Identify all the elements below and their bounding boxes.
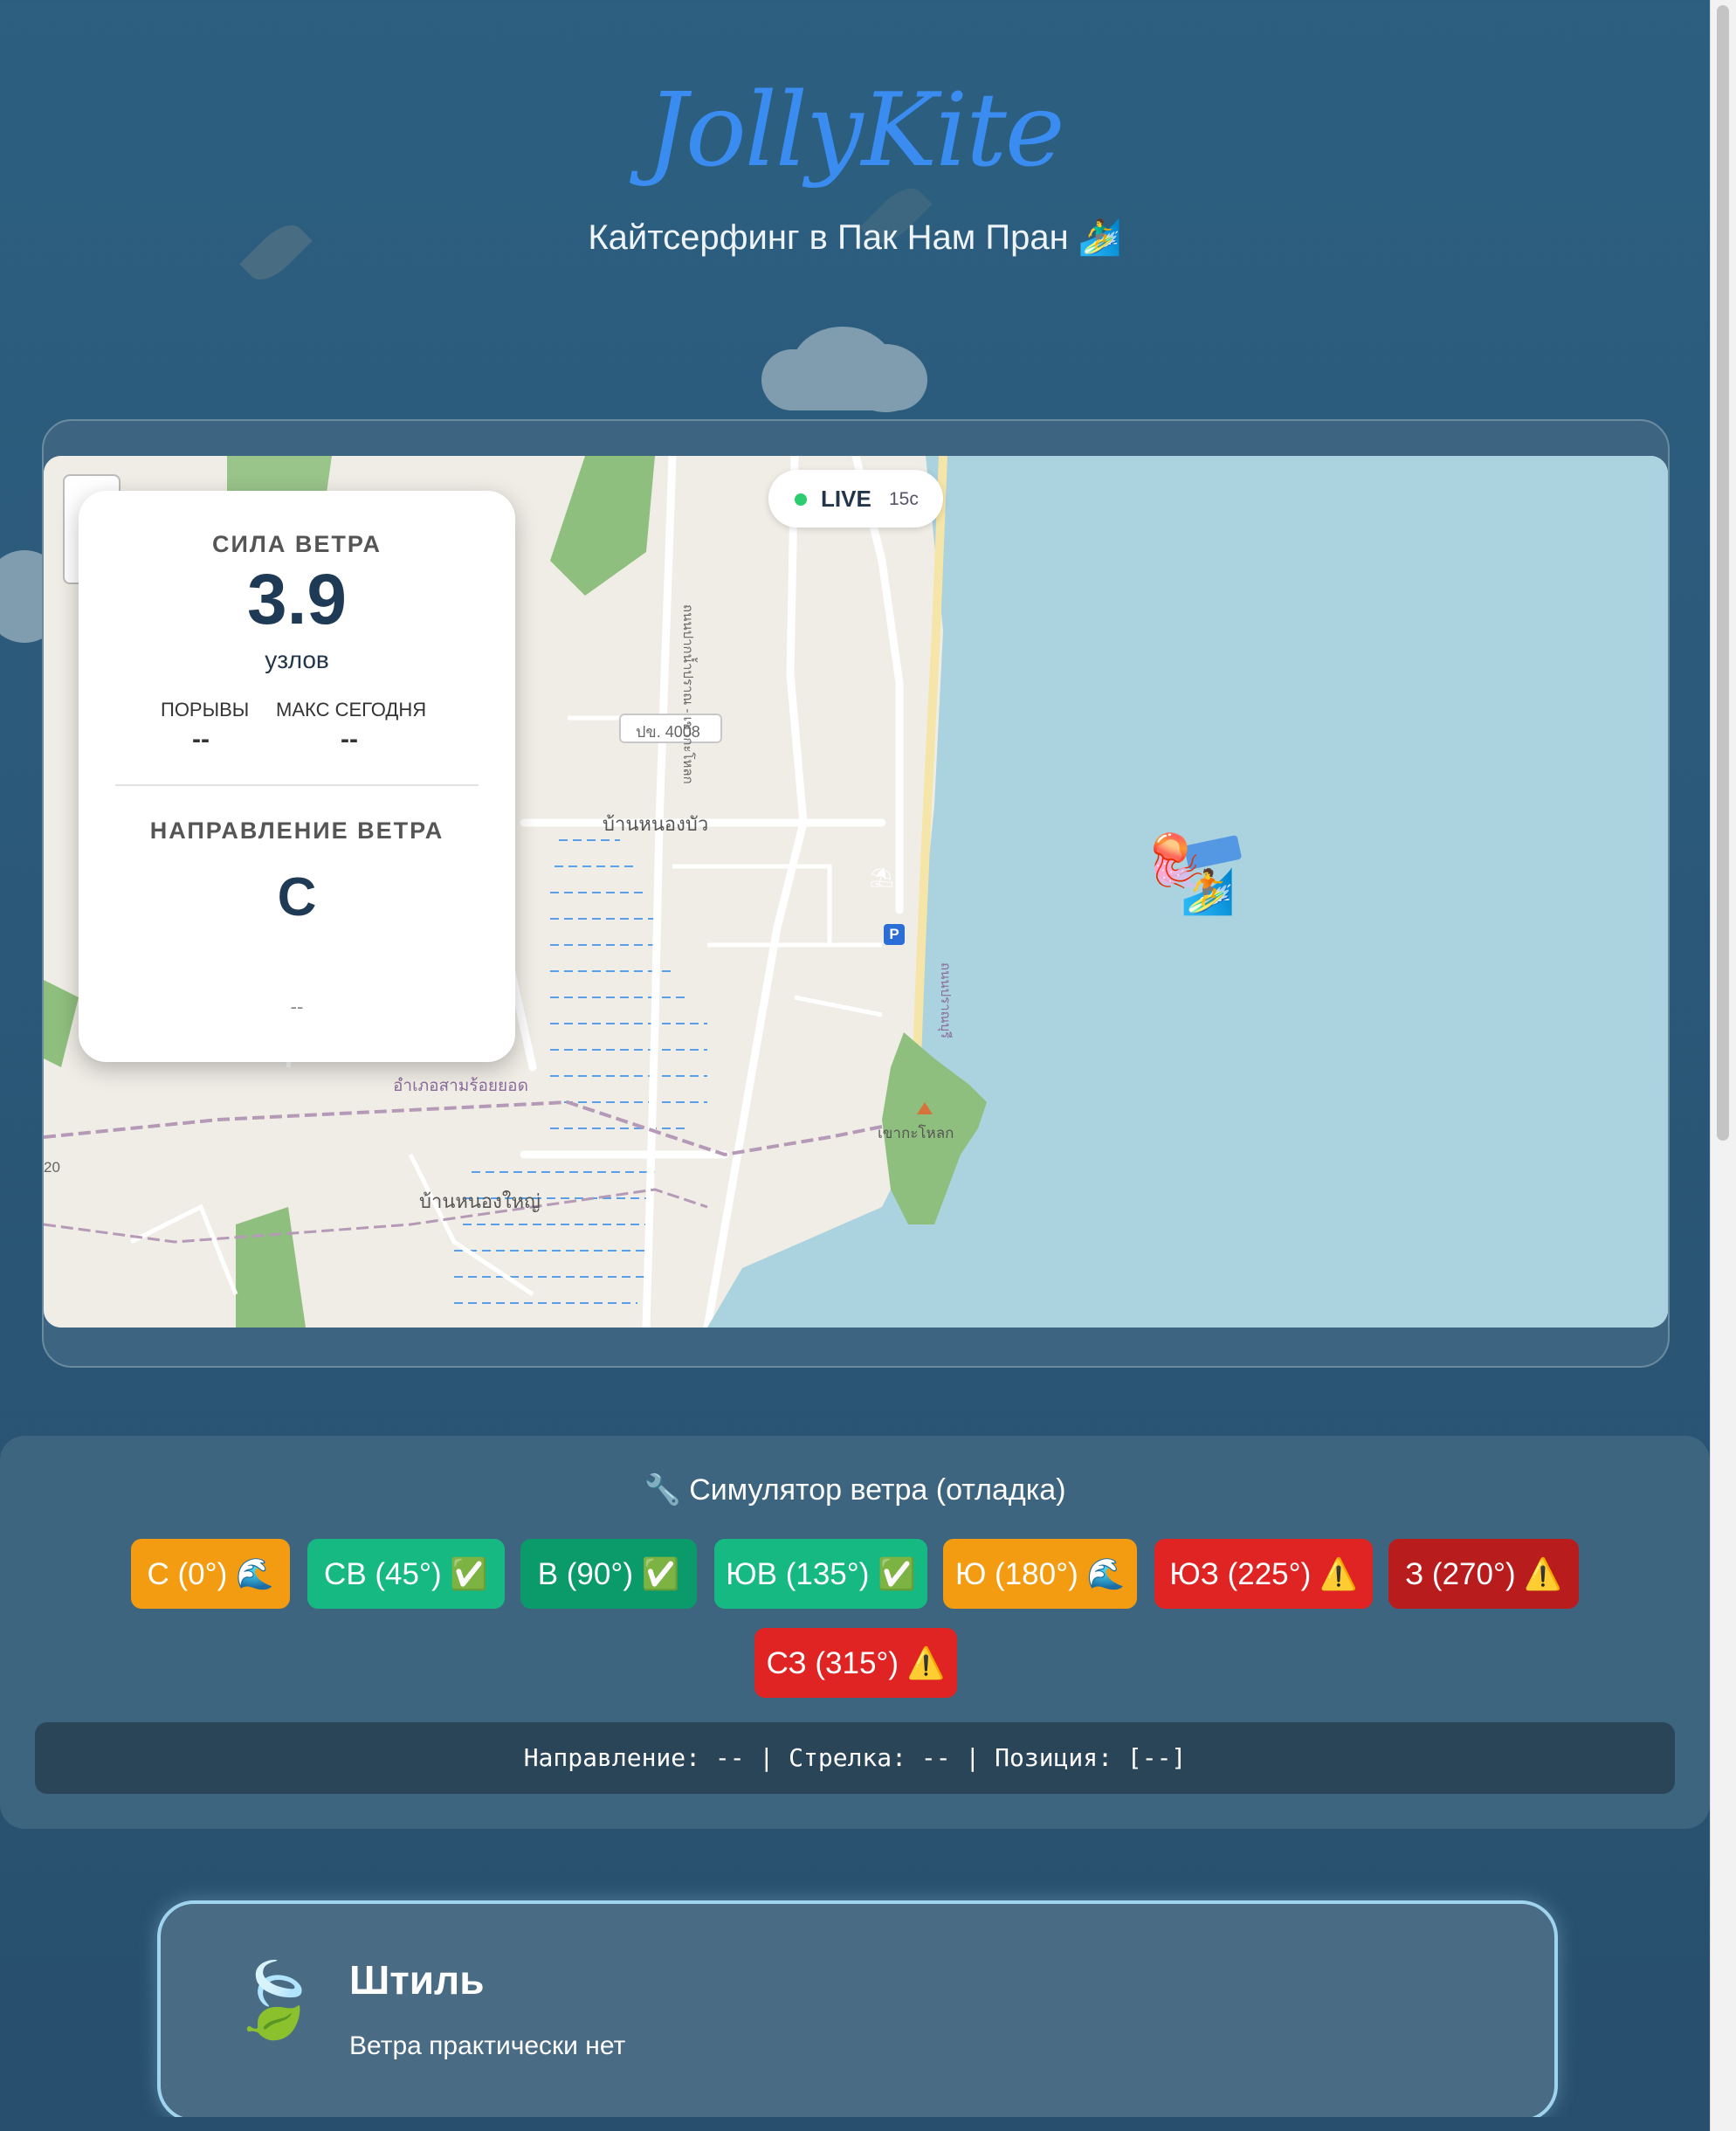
app-logo[interactable]: JollyKite	[0, 72, 1710, 190]
wind-direction-label: НАПРАВЛЕНИЕ ВЕТРА	[149, 817, 444, 844]
live-timer: 15с	[889, 489, 919, 509]
max-today-label: МАКС СЕГОДНЯ	[276, 699, 427, 721]
wind-speed-label: СИЛА ВЕТРА	[212, 531, 382, 557]
sim-button-n[interactable]: С (0°) 🌊	[131, 1539, 290, 1609]
kitesurfer-icon[interactable]: 🏄	[1181, 866, 1235, 918]
condition-title: Штиль	[349, 1957, 485, 2003]
simulator-status: Направление: -- | Стрелка: -- | Позиция:…	[35, 1722, 1675, 1794]
map-route-edge-label: 20	[44, 1159, 60, 1176]
map-road-vertical-label: ถนนปากน้ำปราณ - เขากะโหลก	[680, 604, 695, 784]
sim-button-ne[interactable]: СВ (45°) ✅	[307, 1539, 505, 1609]
page-subtitle: Кайтсерфинг в Пак Нам Пран 🏄‍♂️	[588, 218, 1122, 257]
map-road-vertical-label-2: ถนนปราณบุรี	[938, 962, 953, 1039]
live-indicator: LIVE 15с	[768, 470, 943, 528]
map-district-label: อำเภอสามร้อยยอด	[393, 1077, 528, 1095]
wind-condition-card	[157, 1900, 1558, 2122]
sim-button-nw[interactable]: СЗ (315°) ⚠️	[754, 1628, 957, 1698]
wind-card-divider	[115, 784, 479, 786]
scrollbar-thumb[interactable]	[1717, 5, 1729, 1141]
beach-umbrella-icon[interactable]: ⛱	[870, 866, 894, 889]
sim-button-w[interactable]: З (270°) ⚠️	[1388, 1539, 1579, 1609]
mountain-icon	[917, 1102, 933, 1114]
condition-description: Ветра практически нет	[349, 2031, 626, 2060]
sim-button-se[interactable]: ЮВ (135°) ✅	[714, 1539, 927, 1609]
wind-speed-unit: узлов	[265, 646, 329, 673]
wind-speed-value: 3.9	[247, 560, 347, 639]
sim-button-sw[interactable]: ЮЗ (225°) ⚠️	[1154, 1539, 1373, 1609]
live-label: LIVE	[821, 486, 871, 512]
gusts-label: ПОРЫВЫ	[161, 699, 250, 721]
page-bottom-strip	[0, 2117, 1710, 2131]
leaf-icon: 🍃	[229, 1959, 320, 2041]
map-hill-label: เขากะโหลก	[878, 1125, 954, 1141]
wind-card: СИЛА ВЕТРА 3.9 узлов ПОРЫВЫ -- МАКС СЕГО…	[79, 491, 515, 1062]
map-village-north-label: บ้านหนองบัว	[603, 813, 709, 835]
parking-icon[interactable]: P	[884, 924, 905, 945]
wind-direction-value: С	[277, 867, 317, 928]
gusts-value: --	[192, 725, 210, 754]
max-today-value: --	[341, 725, 358, 754]
live-dot-icon	[795, 493, 807, 506]
map-village-south-label: บ้านหนองใหญ่	[419, 1190, 541, 1212]
sim-button-s[interactable]: Ю (180°) 🌊	[943, 1539, 1137, 1609]
wind-direction-footer: --	[290, 996, 304, 1017]
simulator-title: 🔧 Симулятор ветра (отладка)	[644, 1473, 1066, 1507]
sim-button-e[interactable]: В (90°) ✅	[520, 1539, 697, 1609]
